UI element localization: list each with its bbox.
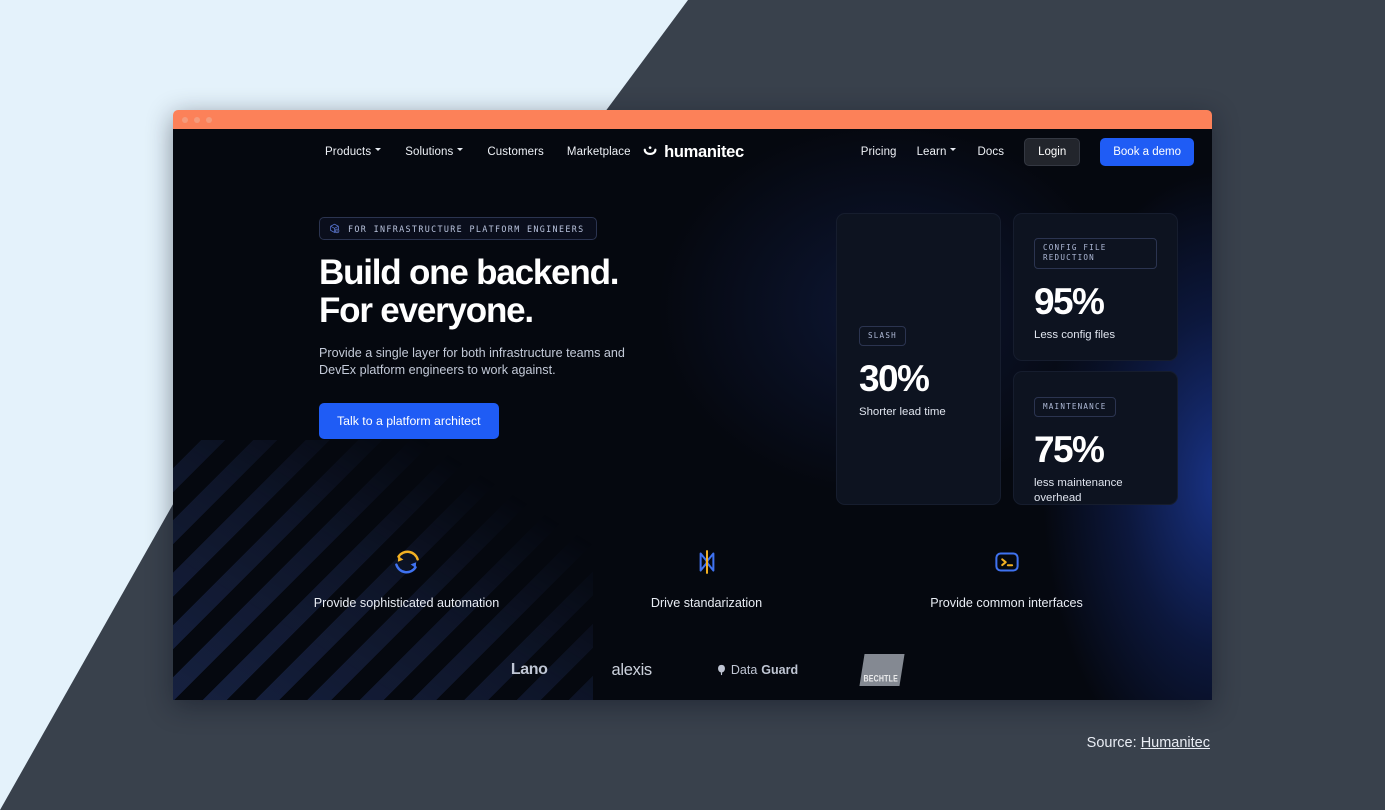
book-a-demo-button[interactable]: Book a demo	[1100, 138, 1194, 166]
feature-interfaces-label: Provide common interfaces	[930, 596, 1083, 610]
stat-card-maintenance-tag: MAINTENANCE	[1034, 397, 1116, 418]
nav-item-learn[interactable]: Learn	[917, 146, 958, 158]
feature-interfaces: Provide common interfaces	[912, 541, 1102, 612]
chevron-down-icon	[950, 147, 957, 155]
source-prefix: Source:	[1086, 735, 1137, 751]
feature-automation-label: Provide sophisticated automation	[313, 596, 500, 610]
bechtle-logo: BECHTLE	[859, 654, 905, 687]
chevron-down-icon	[457, 147, 464, 155]
hero-section: 8 FOR INFRASTRUCTURE PLATFORM ENGINEERS …	[173, 175, 1212, 505]
nav-item-marketplace-label: Marketplace	[566, 146, 631, 158]
window-maximize-dot[interactable]	[206, 116, 212, 123]
stat-card-slash-value: 30%	[859, 358, 930, 400]
source-link[interactable]: Humanitec	[1141, 735, 1210, 751]
alexis-logo: alexis	[611, 660, 653, 679]
feature-row: Provide sophisticated automation Drive s…	[173, 541, 1212, 612]
nav-item-pricing[interactable]: Pricing	[861, 146, 897, 158]
page-title: Build one backend. For everyone.	[319, 254, 719, 330]
window-minimize-dot[interactable]	[194, 116, 200, 123]
stat-card-slash-content: SLASH 30% Shorter lead time	[859, 325, 946, 420]
feature-automation: Provide sophisticated automation	[312, 541, 502, 612]
nav-item-customers-label: Customers	[487, 146, 544, 158]
hero-eyebrow-text: FOR INFRASTRUCTURE PLATFORM ENGINEERS	[348, 223, 585, 234]
login-button[interactable]: Login	[1024, 138, 1081, 166]
hero-title-line-1: Build one backend.	[319, 253, 619, 292]
standardization-brackets-icon	[612, 541, 802, 583]
cube-config-icon: 8	[330, 223, 340, 234]
browser-titlebar	[173, 110, 1212, 129]
stat-card-slash: SLASH 30% Shorter lead time	[836, 213, 1001, 505]
refresh-cycle-icon	[312, 541, 502, 583]
brand-name: humanitec	[664, 142, 744, 161]
terminal-prompt-icon	[912, 541, 1102, 583]
hero-copy: 8 FOR INFRASTRUCTURE PLATFORM ENGINEERS …	[319, 213, 719, 505]
stat-card-config-tag: CONFIG FILE REDUCTION	[1034, 238, 1157, 269]
stat-card-maintenance-label: less maintenance overhead	[1034, 477, 1123, 505]
hero-subtitle: Provide a single layer for both infrastr…	[319, 345, 625, 378]
feature-standardization-label: Drive standarization	[650, 596, 763, 610]
nav-item-learn-label: Learn	[916, 146, 947, 158]
nav-item-solutions[interactable]: Solutions	[405, 146, 464, 158]
hero-title-line-2: For everyone.	[319, 290, 534, 330]
dataguard-text-light: Data	[730, 663, 758, 678]
background-wedge-top-right	[599, 0, 1385, 120]
stat-card-slash-label: Shorter lead time	[859, 406, 946, 419]
dataguard-logo: Data Guard	[716, 663, 798, 677]
nav-item-docs-label: Docs	[977, 146, 1005, 158]
nav-item-products[interactable]: Products	[325, 146, 382, 158]
feature-standardization: Drive standarization	[612, 541, 802, 612]
source-caption: Source: Humanitec	[1087, 735, 1210, 751]
nav-item-customers[interactable]: Customers	[487, 146, 544, 158]
nav-item-products-label: Products	[325, 146, 372, 158]
nav-item-docs[interactable]: Docs	[977, 146, 1004, 158]
stats-right-column: CONFIG FILE REDUCTION 95% Less config fi…	[1013, 213, 1178, 505]
stats-card-group: SLASH 30% Shorter lead time CONFIG FILE …	[836, 213, 1178, 505]
background-slab-right	[1212, 110, 1385, 700]
stat-card-config-value: 95%	[1034, 280, 1105, 322]
window-close-dot[interactable]	[182, 116, 188, 123]
nav-item-pricing-label: Pricing	[860, 146, 897, 158]
humanitec-smile-icon	[643, 145, 656, 155]
stat-card-maintenance: MAINTENANCE 75% less maintenance overhea…	[1013, 371, 1178, 505]
lano-logo: Lano	[510, 661, 548, 679]
stat-card-config-reduction: CONFIG FILE REDUCTION 95% Less config fi…	[1013, 213, 1178, 361]
stat-card-config-label: Less config files	[1034, 328, 1116, 341]
site-navbar: Products Solutions Customers Marketplace	[173, 129, 1212, 175]
bechtle-logo-text: BECHTLE	[863, 675, 898, 685]
browser-window: Products Solutions Customers Marketplace	[173, 110, 1212, 700]
nav-left-group: Products Solutions Customers Marketplace	[325, 146, 631, 158]
hero-eyebrow-badge: 8 FOR INFRASTRUCTURE PLATFORM ENGINEERS	[319, 217, 597, 240]
customer-logo-strip: Lano alexis Data Guard BECHTLE	[173, 654, 1212, 687]
chevron-down-icon	[375, 147, 382, 155]
brand-logo[interactable]: humanitec	[641, 143, 744, 162]
stat-card-maintenance-value: 75%	[1034, 429, 1105, 471]
talk-to-architect-button[interactable]: Talk to a platform architect	[319, 403, 499, 440]
nav-item-marketplace[interactable]: Marketplace	[567, 146, 631, 158]
website-viewport: Products Solutions Customers Marketplace	[173, 129, 1212, 700]
stat-card-slash-tag: SLASH	[859, 325, 906, 347]
nav-item-solutions-label: Solutions	[405, 146, 454, 158]
dataguard-text-bold: Guard	[761, 663, 799, 678]
dataguard-mark-icon	[717, 665, 725, 676]
nav-right-group: Pricing Learn Docs Login Book a demo	[861, 138, 1194, 166]
